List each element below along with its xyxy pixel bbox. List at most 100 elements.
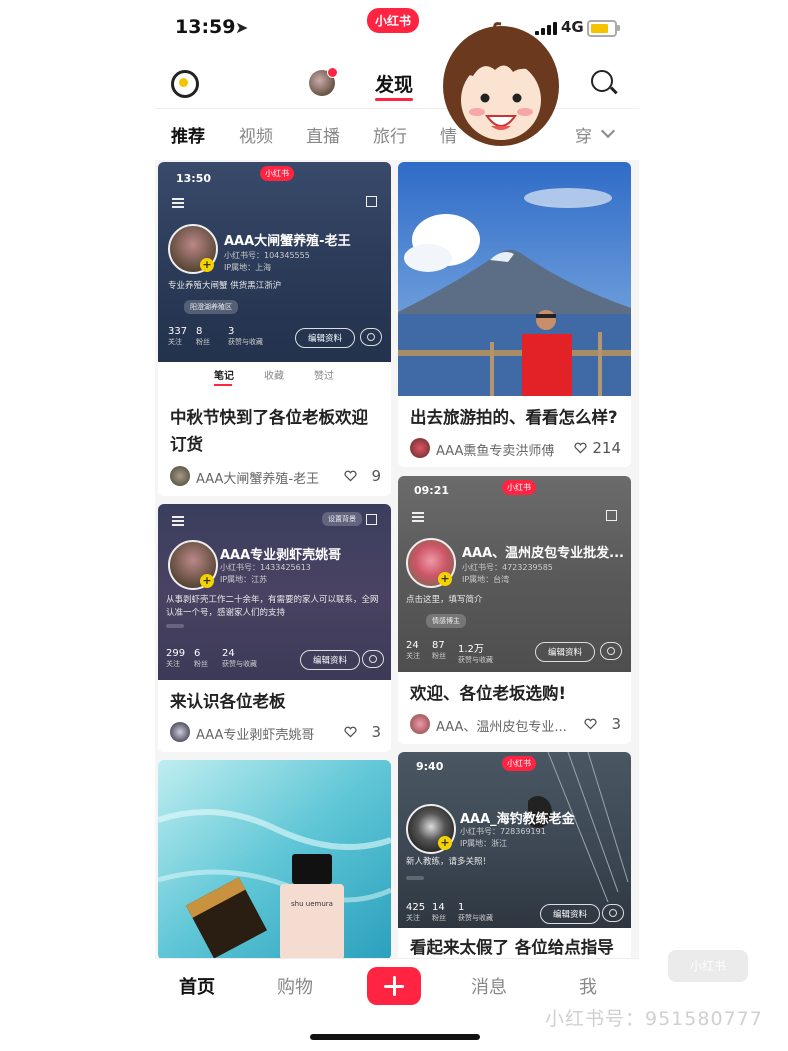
like-count: 214	[592, 439, 621, 457]
status-time: 13:59	[175, 16, 236, 38]
product-photo: shu uemura	[158, 760, 391, 960]
avatar[interactable]	[170, 466, 190, 486]
page-title[interactable]: 发现	[375, 70, 414, 101]
author-name[interactable]: AAA、温州皮包专业...	[436, 716, 567, 735]
gear-icon	[602, 904, 624, 922]
network-type: 4G	[561, 18, 584, 36]
note-card[interactable]: 9:40 小红书 + AAA_海钓教练老金 小红书号：728369191 IP属…	[398, 752, 631, 962]
note-title: 中秋节快到了各位老板欢迎订货	[170, 408, 368, 454]
product-brand: shu uemura	[291, 900, 333, 908]
shot-tag	[406, 876, 424, 880]
watermark-text: 小红书号：951580777	[545, 1008, 763, 1030]
stat: 337 关注	[168, 326, 188, 346]
profile-screenshot: 设置背景 + AAA专业剥虾壳姚哥 小红书号：1433425613 IP属地：江…	[158, 504, 391, 680]
author-name[interactable]: AAA大闸蟹养殖-老王	[196, 468, 319, 487]
shot-subtabs: 笔记 收藏 赞过	[158, 362, 391, 388]
gear-icon	[600, 642, 622, 660]
shot-bio: 专业养殖大闸蟹 供货黑江浙沪	[168, 281, 282, 291]
gear-icon	[362, 650, 384, 668]
tab-home[interactable]: 首页	[179, 973, 215, 999]
plus-icon: +	[200, 574, 214, 588]
add-note-button[interactable]	[367, 967, 421, 1005]
menu-icon	[412, 512, 424, 514]
shot-bg-badge: 设置背景	[322, 512, 362, 526]
shot-name: AAA_海钓教练老金	[460, 812, 575, 827]
shot-time: 9:40	[416, 760, 444, 773]
note-card[interactable]: 13:50 小红书 + AAA大闸蟹养殖-老王 小红书号：104345555 I…	[158, 162, 391, 496]
stat: 1.2万 获赞与收藏	[458, 644, 493, 664]
shot-tag	[166, 624, 184, 628]
note-meta: AAA熏鱼专卖洪师傅 214	[410, 438, 621, 460]
avatar[interactable]	[170, 722, 190, 742]
tab-outfit[interactable]: 穿	[575, 122, 592, 147]
shot-id: 小红书号：1433425613	[220, 563, 311, 572]
watermark-logo: 小红书	[668, 950, 748, 982]
shot-name: AAA专业剥虾壳姚哥	[220, 548, 342, 563]
shot-ip: IP属地：江苏	[220, 575, 268, 584]
shot-brand: 小红书	[502, 480, 536, 495]
avatar[interactable]	[410, 438, 430, 458]
shot-bio: 从事剥虾壳工作二十余年，有需要的家人可以联系，全网认准一个号，感谢家人们的支持	[166, 595, 379, 618]
shot-name: AAA大闸蟹养殖-老王	[224, 234, 351, 249]
note-meta: AAA、温州皮包专业... 3	[410, 714, 621, 736]
heart-icon[interactable]	[344, 470, 357, 482]
search-icon[interactable]	[591, 70, 613, 92]
stat: 24 关注	[406, 640, 420, 660]
note-card[interactable]: 设置背景 + AAA专业剥虾壳姚哥 小红书号：1433425613 IP属地：江…	[158, 504, 391, 752]
like-count: 3	[371, 723, 381, 741]
note-meta: AAA专业剥虾壳姚哥 3	[170, 722, 381, 744]
tab-live[interactable]: 直播	[306, 122, 340, 147]
tab-travel[interactable]: 旅行	[373, 122, 407, 147]
shot-brand: 小红书	[260, 166, 294, 181]
note-card[interactable]: shu uemura	[158, 760, 391, 960]
tab-underline	[214, 384, 232, 386]
like-count: 3	[611, 715, 621, 733]
tab-video[interactable]: 视频	[239, 122, 273, 147]
avatar[interactable]	[410, 714, 430, 734]
note-title: 出去旅游拍的、看看怎么样?	[410, 408, 618, 427]
plus-icon: +	[200, 258, 214, 272]
tab-recommend[interactable]: 推荐	[171, 122, 205, 147]
share-icon	[606, 510, 617, 521]
heart-icon[interactable]	[584, 718, 597, 730]
heart-icon[interactable]	[344, 726, 357, 738]
shot-id: 小红书号：728369191	[460, 827, 546, 836]
stat: 299 关注	[166, 648, 186, 668]
gear-icon	[360, 328, 382, 346]
shot-tab: 收藏	[264, 371, 284, 382]
tab-shopping[interactable]: 购物	[277, 973, 313, 999]
note-card[interactable]: 出去旅游拍的、看看怎么样? AAA熏鱼专卖洪师傅 214	[398, 162, 631, 467]
tab-messages[interactable]: 消息	[471, 973, 507, 999]
shot-tag: 阳澄湖养殖区	[184, 300, 238, 314]
shot-ip: IP属地：台湾	[462, 575, 510, 584]
note-card[interactable]: 09:21 小红书 + AAA、温州皮包专业批发... 小红书号：4723239…	[398, 476, 631, 744]
stat: 14 粉丝	[432, 902, 446, 922]
shot-ip: IP属地：上海	[224, 263, 272, 272]
menu-icon	[172, 198, 184, 200]
status-bar: 13:59 ➤ 小红书 4G	[155, 0, 639, 58]
camera-icon[interactable]	[171, 70, 199, 98]
shot-tag: 情感博主	[426, 614, 466, 628]
menu-icon	[172, 516, 184, 518]
shot-tab: 笔记	[214, 371, 234, 382]
stat: 8 粉丝	[196, 326, 210, 346]
shot-edit-button: 编辑资料	[295, 328, 356, 348]
shot-ip: IP属地：浙江	[460, 839, 508, 848]
shot-bio: 点击这里，填写简介	[406, 595, 483, 605]
author-name[interactable]: AAA熏鱼专卖洪师傅	[436, 440, 554, 459]
profile-screenshot: 09:21 小红书 + AAA、温州皮包专业批发... 小红书号：4723239…	[398, 476, 631, 672]
share-icon	[366, 196, 377, 207]
chevron-down-icon[interactable]	[600, 123, 616, 139]
avatar[interactable]	[309, 67, 338, 96]
author-name[interactable]: AAA专业剥虾壳姚哥	[196, 724, 314, 743]
location-arrow-icon: ➤	[235, 18, 249, 37]
profile-screenshot: 9:40 小红书 + AAA_海钓教练老金 小红书号：728369191 IP属…	[398, 752, 631, 928]
shot-tab: 赞过	[314, 371, 334, 382]
tab-emotion[interactable]: 情	[440, 122, 457, 147]
stat: 87 粉丝	[432, 640, 446, 660]
tab-me[interactable]: 我	[579, 973, 597, 999]
battery-icon	[587, 20, 620, 37]
shot-name: AAA、温州皮包专业批发...	[462, 546, 624, 561]
shot-edit-button: 编辑资料	[535, 642, 596, 662]
heart-icon[interactable]	[574, 442, 587, 454]
